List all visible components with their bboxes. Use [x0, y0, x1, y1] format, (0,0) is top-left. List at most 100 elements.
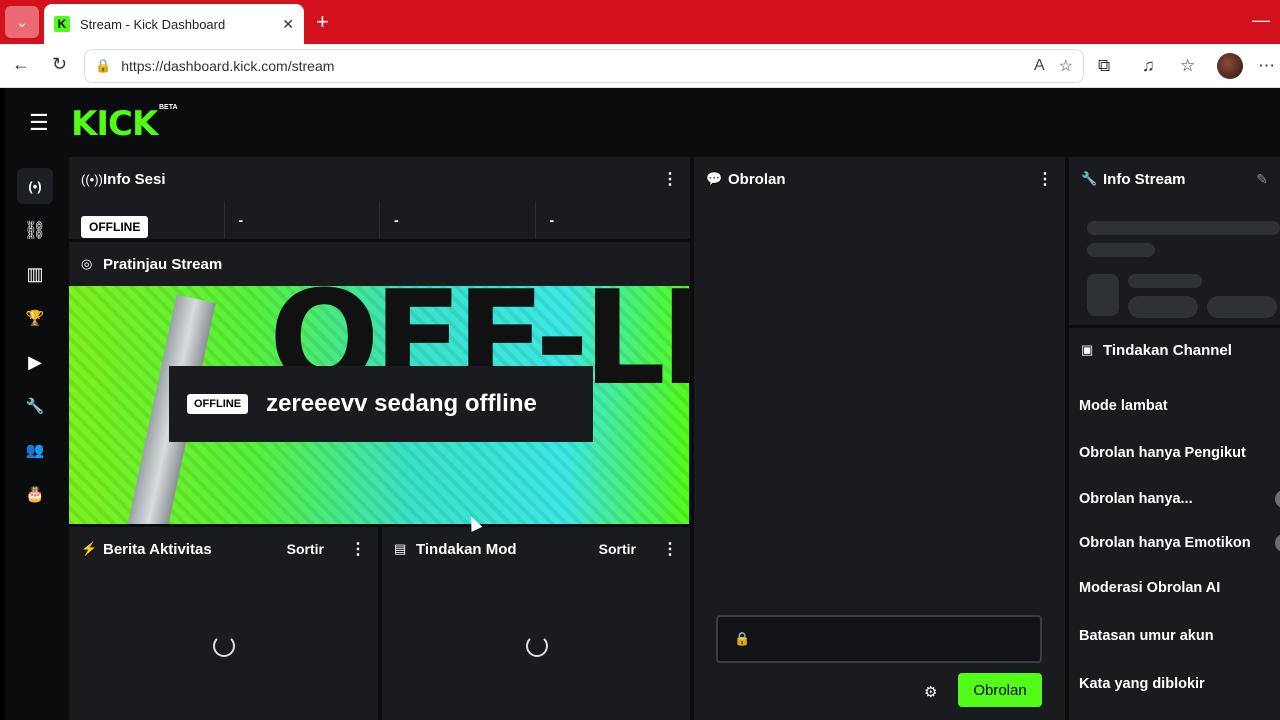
lock-icon: 🔒	[95, 58, 112, 73]
sidebar-item-stream[interactable]: (•)	[17, 168, 53, 204]
stream-info-title: Info Stream	[1103, 170, 1186, 188]
loading-skeleton	[1128, 274, 1202, 288]
camera-icon: ◎	[81, 256, 93, 271]
stream-info-panel: 🔧 Info Stream ✎	[1069, 157, 1280, 325]
offline-badge: OFFLINE	[187, 394, 249, 414]
sidebar-item-analytics[interactable]: ▥	[17, 256, 53, 292]
sidebar-item-links[interactable]: ⛓	[17, 212, 53, 248]
media-icon[interactable]: ♫	[1142, 56, 1155, 76]
account-age-item[interactable]: Batasan umur akun	[1079, 628, 1214, 644]
url-text[interactable]: https://dashboard.kick.com/stream	[121, 58, 1020, 74]
broadcast-icon: ((•))	[81, 171, 103, 187]
stream-preview-title: Pratinjau Stream	[103, 255, 223, 273]
session-stat: -	[380, 201, 536, 239]
loading-skeleton	[1087, 243, 1155, 257]
close-icon[interactable]: ✕	[282, 16, 294, 33]
tab-title: Stream - Kick Dashboard	[80, 16, 226, 32]
trophy-icon: 🏆	[25, 310, 45, 327]
offline-banner-image: OFF-LINE OFFLINE zereeevv sedang offline	[69, 286, 689, 524]
channel-actions-title: Tindakan Channel	[1103, 341, 1232, 359]
chat-panel: 💬 Obrolan ⋮ 🔒 ⚙ Obrolan	[694, 157, 1065, 720]
kick-favicon-icon: K	[54, 16, 70, 32]
slow-mode-item[interactable]: Mode lambat	[1079, 398, 1168, 414]
loading-skeleton	[1087, 274, 1119, 316]
profile-avatar[interactable]	[1217, 53, 1243, 79]
loading-spinner-icon	[213, 635, 235, 657]
edit-pencil-icon[interactable]: ✎	[1256, 171, 1268, 188]
loading-skeleton	[1207, 296, 1277, 318]
chat-bubble-icon: 💬	[706, 171, 723, 186]
sidebar-item-videos[interactable]: ▶	[17, 344, 53, 380]
users-icon: 👥	[25, 442, 45, 459]
emotes-only-item[interactable]: Obrolan hanya Emotikon	[1079, 535, 1251, 551]
read-aloud-icon[interactable]: A	[1034, 57, 1045, 75]
favorite-star-icon[interactable]: ☆	[1059, 56, 1073, 76]
session-stat: -	[549, 212, 555, 228]
tab-actions-menu-button[interactable]: ⌄	[5, 6, 39, 38]
address-bar[interactable]: 🔒 https://dashboard.kick.com/stream A ☆	[84, 49, 1084, 83]
sidebar-item-achievements[interactable]: 🏆	[17, 300, 53, 336]
sort-button[interactable]: Sortir	[599, 541, 636, 557]
session-stat: -	[225, 201, 380, 239]
followers-only-item[interactable]: Obrolan hanya Pengikut	[1079, 445, 1246, 461]
sidebar-item-events[interactable]: 🎂	[17, 476, 53, 512]
minimize-icon[interactable]: —	[1252, 10, 1270, 31]
video-icon: ▶	[28, 351, 42, 372]
broadcast-icon: (•)	[28, 178, 42, 194]
browser-tab-strip: ⌄ K Stream - Kick Dashboard ✕ + —	[0, 0, 1280, 44]
mod-actions-panel: ▤ Tindakan Mod Sortir ⋮	[382, 527, 690, 720]
kebab-menu-icon[interactable]: ⋮	[662, 539, 678, 559]
favorites-icon[interactable]: ☆	[1180, 56, 1195, 76]
emotes-only-toggle[interactable]	[1275, 534, 1280, 552]
link-icon: ⛓	[23, 219, 47, 240]
kick-dashboard: ☰ KICK BETA (•) ⛓ ▥ 🏆 ▶ 🔧 👥 🎂 ((•)) Info…	[5, 88, 1280, 720]
sort-button[interactable]: Sortir	[287, 541, 324, 557]
loading-skeleton	[1087, 221, 1280, 235]
more-options-icon[interactable]: ⋯	[1258, 56, 1275, 76]
session-info-title: Info Sesi	[103, 170, 166, 188]
kick-logo[interactable]: KICK	[71, 104, 158, 144]
address-toolbar: ← ↻ 🔒 https://dashboard.kick.com/stream …	[0, 44, 1280, 88]
kebab-menu-icon[interactable]: ⋮	[350, 539, 366, 559]
activity-feed-title: Berita Aktivitas	[103, 540, 212, 558]
loading-spinner-icon	[526, 635, 548, 657]
channel-actions-panel: ▣ Tindakan Channel Mode lambat Obrolan h…	[1069, 328, 1280, 720]
mod-actions-title: Tindakan Mod	[416, 540, 517, 558]
browser-tab[interactable]: K Stream - Kick Dashboard ✕	[44, 4, 304, 44]
offline-badge: OFFLINE	[81, 216, 149, 238]
lock-icon: 🔒	[734, 631, 751, 646]
kebab-menu-icon[interactable]: ⋮	[662, 169, 678, 189]
session-status-cell: OFFLINE	[69, 201, 225, 239]
chat-send-button[interactable]: Obrolan	[958, 673, 1042, 707]
sidebar-item-settings[interactable]: 🔧	[17, 388, 53, 424]
wrench-icon: 🔧	[25, 398, 45, 415]
kebab-menu-icon[interactable]: ⋮	[1037, 169, 1053, 189]
sidebar-item-community[interactable]: 👥	[17, 432, 53, 468]
lightning-icon: ⚡	[81, 541, 98, 556]
beta-badge: BETA	[159, 104, 178, 111]
stream-preview-panel: ◎ Pratinjau Stream OFF-LINE OFFLINE zere…	[69, 242, 690, 524]
offline-message: zereeevv sedang offline	[266, 390, 537, 417]
back-arrow-icon[interactable]: ←	[12, 54, 30, 75]
new-tab-plus-icon[interactable]: +	[316, 8, 329, 36]
chevron-down-icon: ⌄	[16, 13, 28, 30]
gear-icon[interactable]: ⚙	[924, 683, 937, 701]
loading-skeleton	[1128, 296, 1198, 318]
subscribers-only-toggle[interactable]	[1275, 490, 1280, 508]
ai-moderation-item[interactable]: Moderasi Obrolan AI	[1079, 580, 1220, 596]
hamburger-menu-icon[interactable]: ☰	[29, 110, 49, 136]
analytics-icon: ▥	[26, 263, 44, 284]
offline-message-card: OFFLINE zereeevv sedang offline	[169, 366, 593, 442]
chat-title: Obrolan	[728, 170, 786, 188]
wrench-icon: 🔧	[1081, 171, 1098, 186]
chat-input[interactable]: 🔒	[716, 615, 1042, 663]
cake-icon: 🎂	[25, 486, 45, 503]
document-icon: ▤	[394, 541, 407, 556]
session-info-panel: ((•)) Info Sesi ⋮ OFFLINE - - -	[69, 157, 690, 239]
subscribers-only-item[interactable]: Obrolan hanya...	[1079, 491, 1193, 507]
extensions-icon[interactable]: ⧉	[1098, 56, 1110, 76]
blocked-words-item[interactable]: Kata yang diblokir	[1079, 676, 1205, 692]
refresh-icon[interactable]: ↻	[52, 54, 67, 75]
activity-feed-panel: ⚡ Berita Aktivitas Sortir ⋮	[69, 527, 378, 720]
video-camera-icon: ▣	[1081, 342, 1094, 357]
